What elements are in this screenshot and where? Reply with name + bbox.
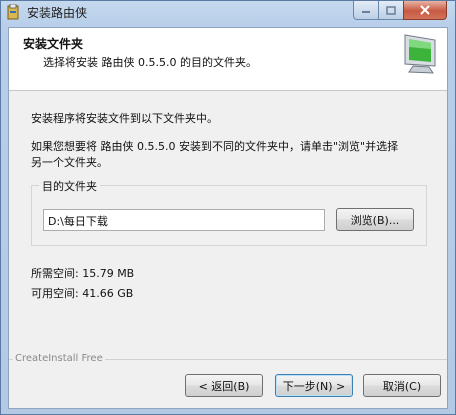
intro-text: 安装程序将安装文件到以下文件夹中。 <box>31 112 218 125</box>
required-space-text: 所需空间: 15.79 MB <box>31 267 135 280</box>
maximize-icon <box>386 5 396 15</box>
brand-label: CreateInstall Free <box>13 353 105 364</box>
maximize-button[interactable] <box>378 1 404 20</box>
page-subtitle: 选择将安装 路由侠 0.5.5.0 的目的文件夹。 <box>43 56 257 69</box>
available-space-text: 可用空间: 41.66 GB <box>31 287 134 300</box>
instruction-text-line1: 如果您想要将 路由侠 0.5.5.0 安装到不同的文件夹中，请单击"浏览"并选择 <box>31 140 399 153</box>
computer-monitor-icon <box>404 34 436 74</box>
header-panel: 安装文件夹 选择将安装 路由侠 0.5.5.0 的目的文件夹。 <box>9 28 447 91</box>
minimize-icon <box>362 11 370 13</box>
dialog-client-area: 安装文件夹 选择将安装 路由侠 0.5.5.0 的目的文件夹。 安装程序将安装文… <box>8 27 448 409</box>
next-button[interactable]: 下一步(N) > <box>275 374 353 397</box>
destination-path-field[interactable]: D:\每日下载 <box>43 209 325 231</box>
close-button[interactable] <box>403 1 447 20</box>
cancel-button[interactable]: 取消(C) <box>363 374 441 397</box>
minimize-button[interactable] <box>353 1 379 20</box>
installer-window: 安装路由侠 安装文件夹 选择将安装 路由侠 0.5.5.0 的目的文件夹。 安装… <box>0 0 456 415</box>
window-title: 安装路由侠 <box>27 6 88 20</box>
close-icon <box>420 5 430 15</box>
instruction-text-line2: 另一个文件夹。 <box>31 156 108 169</box>
back-button[interactable]: < 返回(B) <box>185 374 263 397</box>
title-bar[interactable]: 安装路由侠 <box>1 1 455 23</box>
page-title: 安装文件夹 <box>23 37 84 51</box>
destination-folder-label: 目的文件夹 <box>39 178 100 194</box>
installer-icon <box>7 4 19 20</box>
browse-button[interactable]: 浏览(B)... <box>336 208 414 231</box>
